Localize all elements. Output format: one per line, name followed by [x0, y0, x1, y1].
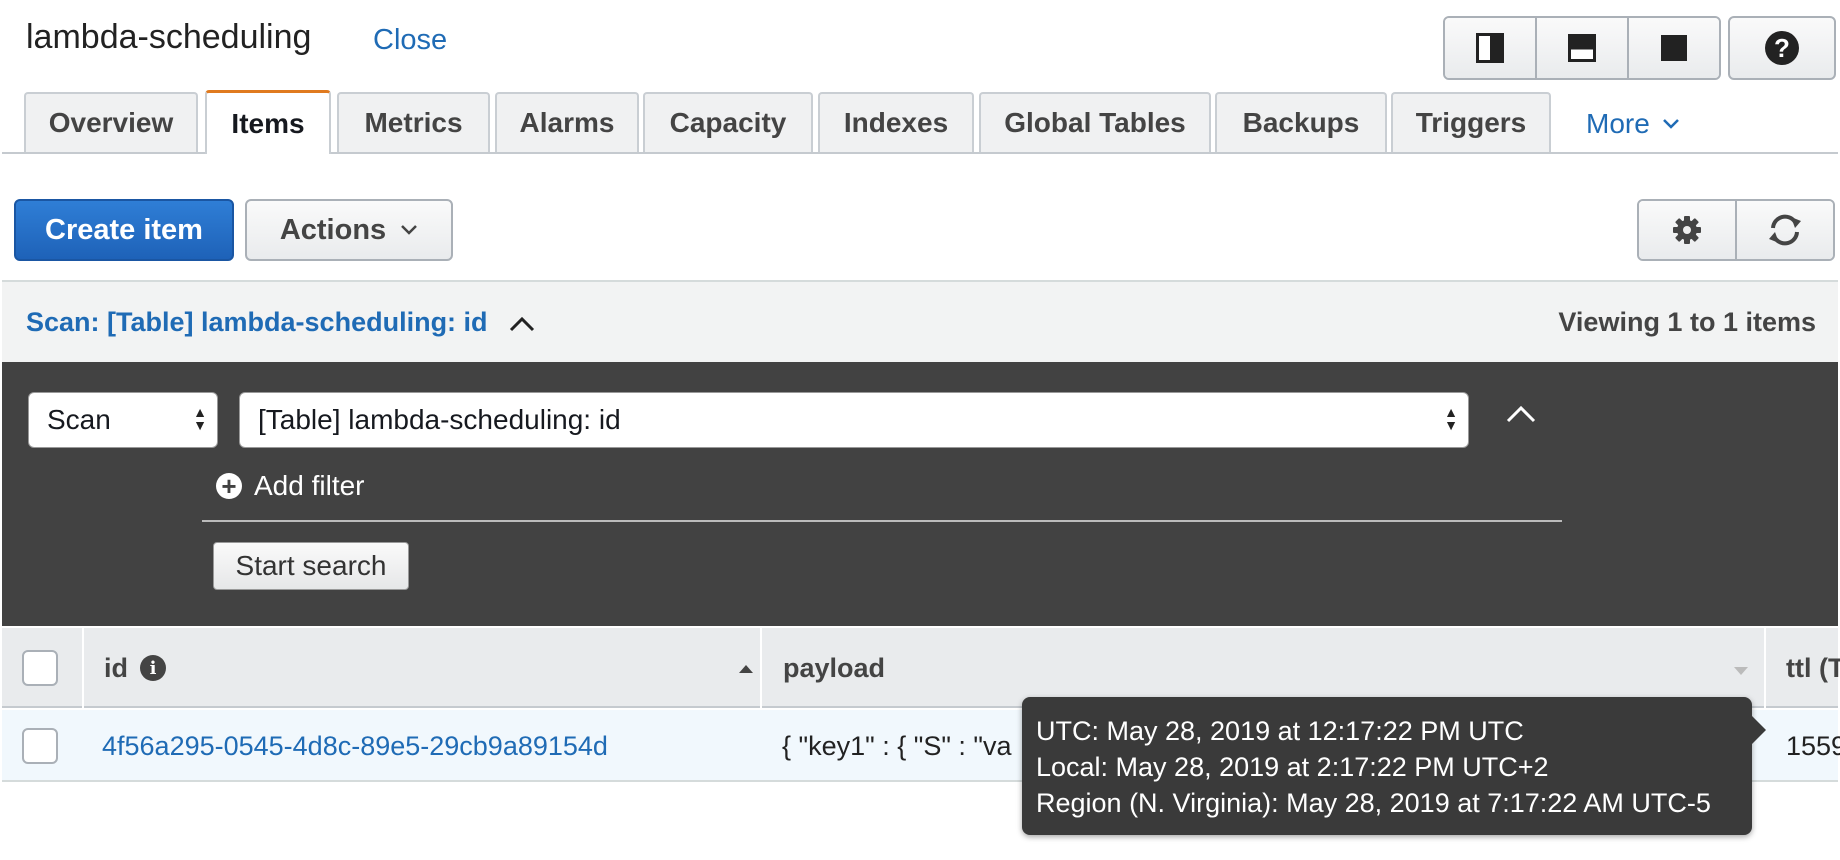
info-icon[interactable]: i: [140, 655, 166, 681]
scan-summary-toggle[interactable]: Scan: [Table] lambda-scheduling: id: [26, 307, 536, 338]
table-tools-group: [1637, 199, 1835, 261]
tab-metrics[interactable]: Metrics: [337, 92, 490, 152]
column-header-payload[interactable]: payload: [783, 628, 1749, 708]
select-all-checkbox[interactable]: [22, 650, 58, 686]
gear-icon: [1673, 216, 1701, 244]
select-arrows-icon: ▲ ▼: [193, 404, 207, 433]
full-panel-button[interactable]: [1629, 18, 1719, 78]
column-separator: [1764, 628, 1766, 708]
item-id-link[interactable]: 4f56a295-0545-4d8c-89e5-29cb9a89154d: [102, 710, 608, 782]
tooltip-local: Local: May 28, 2019 at 2:17:22 PM UTC+2: [1036, 752, 1549, 782]
column-label-id: id: [104, 652, 128, 683]
scan-mode-value: Scan: [47, 404, 111, 435]
refresh-button[interactable]: [1737, 201, 1833, 259]
help-icon: ?: [1765, 31, 1799, 65]
sort-desc-icon: [1734, 667, 1748, 675]
row-checkbox[interactable]: [22, 728, 58, 764]
tab-alarms[interactable]: Alarms: [495, 92, 639, 152]
split-vertical-icon: [1476, 33, 1504, 63]
tab-backups[interactable]: Backups: [1215, 92, 1387, 152]
add-filter-label: Add filter: [254, 470, 365, 501]
split-horizontal-icon: [1568, 34, 1596, 62]
tooltip-utc: UTC: May 28, 2019 at 12:17:22 PM UTC: [1036, 716, 1524, 746]
table-index-value: [Table] lambda-scheduling: id: [258, 404, 621, 435]
create-item-button[interactable]: Create item: [14, 199, 234, 261]
plus-circle-icon: +: [216, 473, 242, 499]
chevron-down-icon: [401, 225, 418, 235]
start-search-button[interactable]: Start search: [213, 542, 409, 590]
column-header-ttl[interactable]: ttl (T: [1786, 628, 1840, 708]
select-arrows-icon: ▲ ▼: [1444, 404, 1458, 433]
viewing-count: Viewing 1 to 1 items: [1558, 307, 1816, 337]
chevron-down-icon: [1662, 119, 1679, 129]
column-header-id[interactable]: id i: [104, 628, 754, 708]
actions-label: Actions: [279, 213, 387, 246]
split-horizontal-button[interactable]: [1537, 18, 1629, 78]
tab-more-label: More: [1586, 108, 1650, 139]
column-separator: [82, 628, 84, 708]
chevron-up-icon: [509, 316, 534, 331]
settings-button[interactable]: [1639, 201, 1737, 259]
add-filter-button[interactable]: + Add filter: [216, 470, 365, 502]
sort-asc-icon: [739, 665, 753, 673]
tab-capacity[interactable]: Capacity: [643, 92, 813, 152]
column-label-payload: payload: [783, 652, 886, 683]
tab-indexes[interactable]: Indexes: [818, 92, 974, 152]
split-vertical-button[interactable]: [1445, 18, 1537, 78]
tab-more[interactable]: More: [1586, 108, 1680, 140]
view-layout-group: [1443, 16, 1721, 80]
tab-items[interactable]: Items: [205, 90, 331, 154]
help-button[interactable]: ?: [1728, 16, 1836, 80]
tooltip-arrow: [1752, 716, 1766, 744]
page-title: lambda-scheduling: [26, 18, 312, 56]
full-panel-icon: [1661, 35, 1687, 61]
item-ttl-cell: 1559: [1786, 730, 1840, 761]
tooltip-region: Region (N. Virginia): May 28, 2019 at 7:…: [1036, 788, 1711, 818]
actions-dropdown-button[interactable]: Actions: [245, 199, 453, 261]
tab-triggers[interactable]: Triggers: [1391, 92, 1551, 152]
close-link[interactable]: Close: [373, 24, 447, 57]
tab-overview[interactable]: Overview: [24, 92, 198, 152]
chevron-up-icon: [1506, 405, 1536, 423]
scan-mode-select[interactable]: Scan ▲ ▼: [28, 392, 218, 448]
scan-summary-text: Scan: [Table] lambda-scheduling: id: [26, 307, 488, 337]
table-index-select[interactable]: [Table] lambda-scheduling: id ▲ ▼: [239, 392, 1469, 448]
filter-divider: [202, 520, 1562, 522]
item-payload-cell: { "key1" : { "S" : "va: [782, 730, 1012, 761]
refresh-icon: [1769, 214, 1801, 246]
column-separator: [760, 628, 762, 708]
collapse-panel-button[interactable]: [1505, 404, 1537, 429]
tab-global-tables[interactable]: Global Tables: [979, 92, 1211, 152]
ttl-tooltip: UTC: May 28, 2019 at 12:17:22 PM UTC Loc…: [1022, 697, 1752, 835]
